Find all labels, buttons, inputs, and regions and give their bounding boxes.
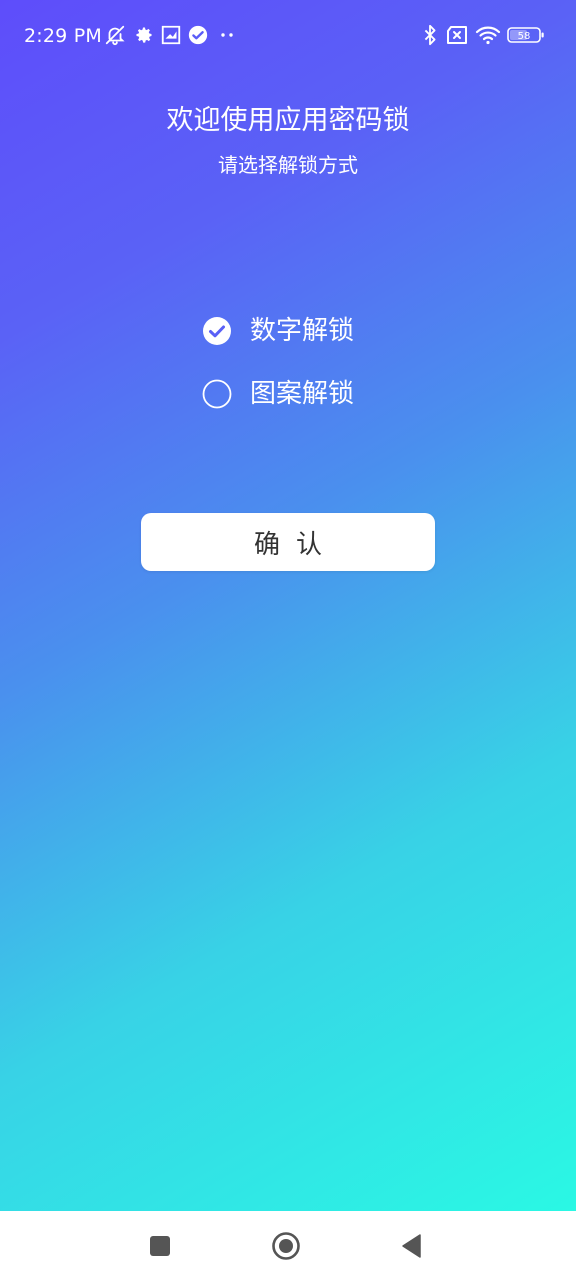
- page-title: 欢迎使用应用密码锁: [166, 105, 410, 136]
- battery-level: 58: [518, 31, 531, 42]
- muted-notification-icon: [104, 24, 126, 46]
- confirm-button[interactable]: 确认: [141, 513, 435, 571]
- check-badge-icon: [187, 24, 209, 46]
- battery-icon: 58: [507, 24, 545, 46]
- wifi-icon: [475, 24, 501, 46]
- gradient-background: [0, 0, 576, 1211]
- option-label: 图案解锁: [250, 379, 355, 409]
- option-numeric-unlock[interactable]: 数字解锁: [202, 311, 402, 351]
- bluetooth-icon: [421, 24, 439, 46]
- more-dots-icon: [218, 24, 236, 46]
- settings-gear-icon: [134, 24, 154, 46]
- home-circle-icon[interactable]: [271, 1231, 301, 1261]
- option-pattern-unlock[interactable]: 图案解锁: [202, 374, 402, 414]
- option-label: 数字解锁: [250, 316, 355, 346]
- back-triangle-icon[interactable]: [397, 1231, 427, 1261]
- unchecked-radio-icon[interactable]: [202, 379, 232, 409]
- status-time: 2:29 PM: [24, 25, 102, 47]
- page-subtitle: 请选择解锁方式: [218, 153, 358, 177]
- recents-square-icon[interactable]: [145, 1231, 175, 1261]
- app-screen: 2:29 PM 58 欢迎使用应用密码锁 请选择解锁方式 数字解锁 图案解锁 确…: [0, 0, 576, 1280]
- no-sim-icon: [445, 24, 469, 46]
- checked-radio-icon[interactable]: [202, 316, 232, 346]
- navigation-bar: [0, 1211, 576, 1280]
- status-bar: 2:29 PM 58: [0, 0, 576, 70]
- app-shield-icon: [160, 24, 182, 46]
